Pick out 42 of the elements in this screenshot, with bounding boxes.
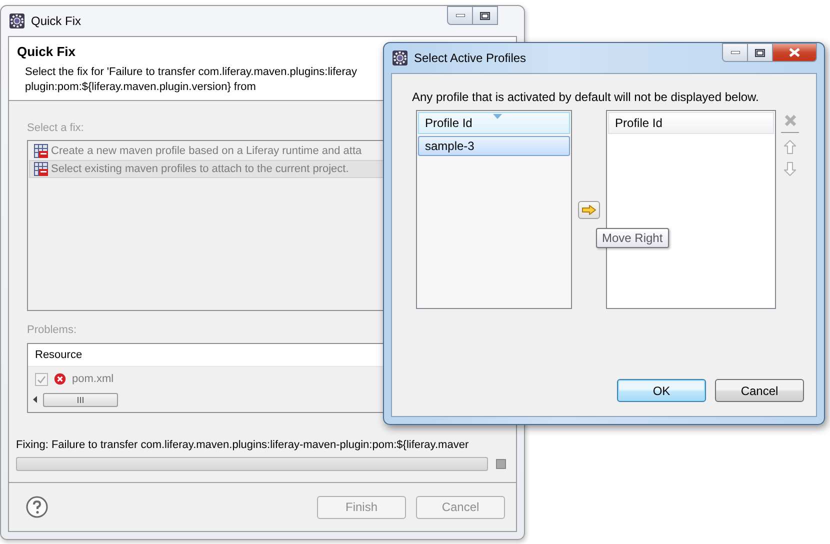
project-icon bbox=[34, 144, 48, 158]
table-cell: pom.xml bbox=[72, 373, 114, 385]
scrollbar-thumb[interactable] bbox=[43, 392, 118, 406]
column-header[interactable]: Profile Id bbox=[608, 112, 774, 134]
move-right-button[interactable] bbox=[578, 200, 600, 218]
scroll-left-icon bbox=[33, 396, 37, 403]
window-title: Select Active Profiles bbox=[414, 51, 526, 65]
tooltip: Move Right bbox=[596, 228, 669, 248]
window-title: Quick Fix bbox=[31, 14, 82, 28]
dialog-heading: Quick Fix bbox=[17, 44, 76, 59]
maximize-icon bbox=[755, 48, 765, 56]
dialog-button[interactable]: Cancel bbox=[715, 379, 804, 402]
close-icon bbox=[789, 48, 800, 57]
minimize-icon bbox=[730, 51, 740, 54]
right-arrow-icon bbox=[582, 204, 596, 214]
maximize-icon bbox=[480, 12, 490, 20]
problems-label: Problems: bbox=[27, 324, 77, 336]
maximize-button[interactable] bbox=[473, 6, 498, 25]
fix-label: Select a fix: bbox=[27, 122, 84, 134]
minimize-icon bbox=[456, 14, 464, 17]
close-button[interactable] bbox=[773, 43, 817, 62]
checkbox[interactable] bbox=[35, 372, 48, 386]
gear-icon bbox=[9, 13, 25, 29]
minimize-button[interactable] bbox=[447, 6, 473, 25]
project-icon bbox=[34, 162, 48, 176]
check-icon bbox=[37, 374, 46, 384]
maximize-button[interactable] bbox=[748, 43, 773, 62]
error-icon bbox=[54, 373, 66, 385]
column-header[interactable]: Profile Id bbox=[418, 112, 570, 134]
dialog-button[interactable]: OK bbox=[617, 379, 706, 402]
stop-icon bbox=[496, 459, 506, 469]
gear-icon bbox=[392, 50, 408, 66]
description-text: Select the fix for 'Failure to transfer com.liferay.maven.plugins:liferay bbox=[24, 65, 358, 80]
description-text: plugin:pom:${liferay.maven.plugin.version} from bbox=[24, 80, 256, 95]
minimize-button[interactable] bbox=[722, 43, 748, 62]
status-text: Fixing: Failure to transfer com.liferay.maven.plugins:liferay-maven-plugin:pom:${liferay.maver bbox=[16, 439, 470, 451]
grip-icon bbox=[77, 396, 84, 402]
column-header[interactable]: Resource bbox=[35, 349, 82, 361]
sort-icon bbox=[493, 114, 502, 119]
profile-item[interactable]: sample-3 bbox=[418, 136, 570, 156]
info-message: Any profile that is activated by default will not be displayed below. bbox=[412, 90, 760, 104]
help-icon[interactable] bbox=[26, 496, 48, 518]
